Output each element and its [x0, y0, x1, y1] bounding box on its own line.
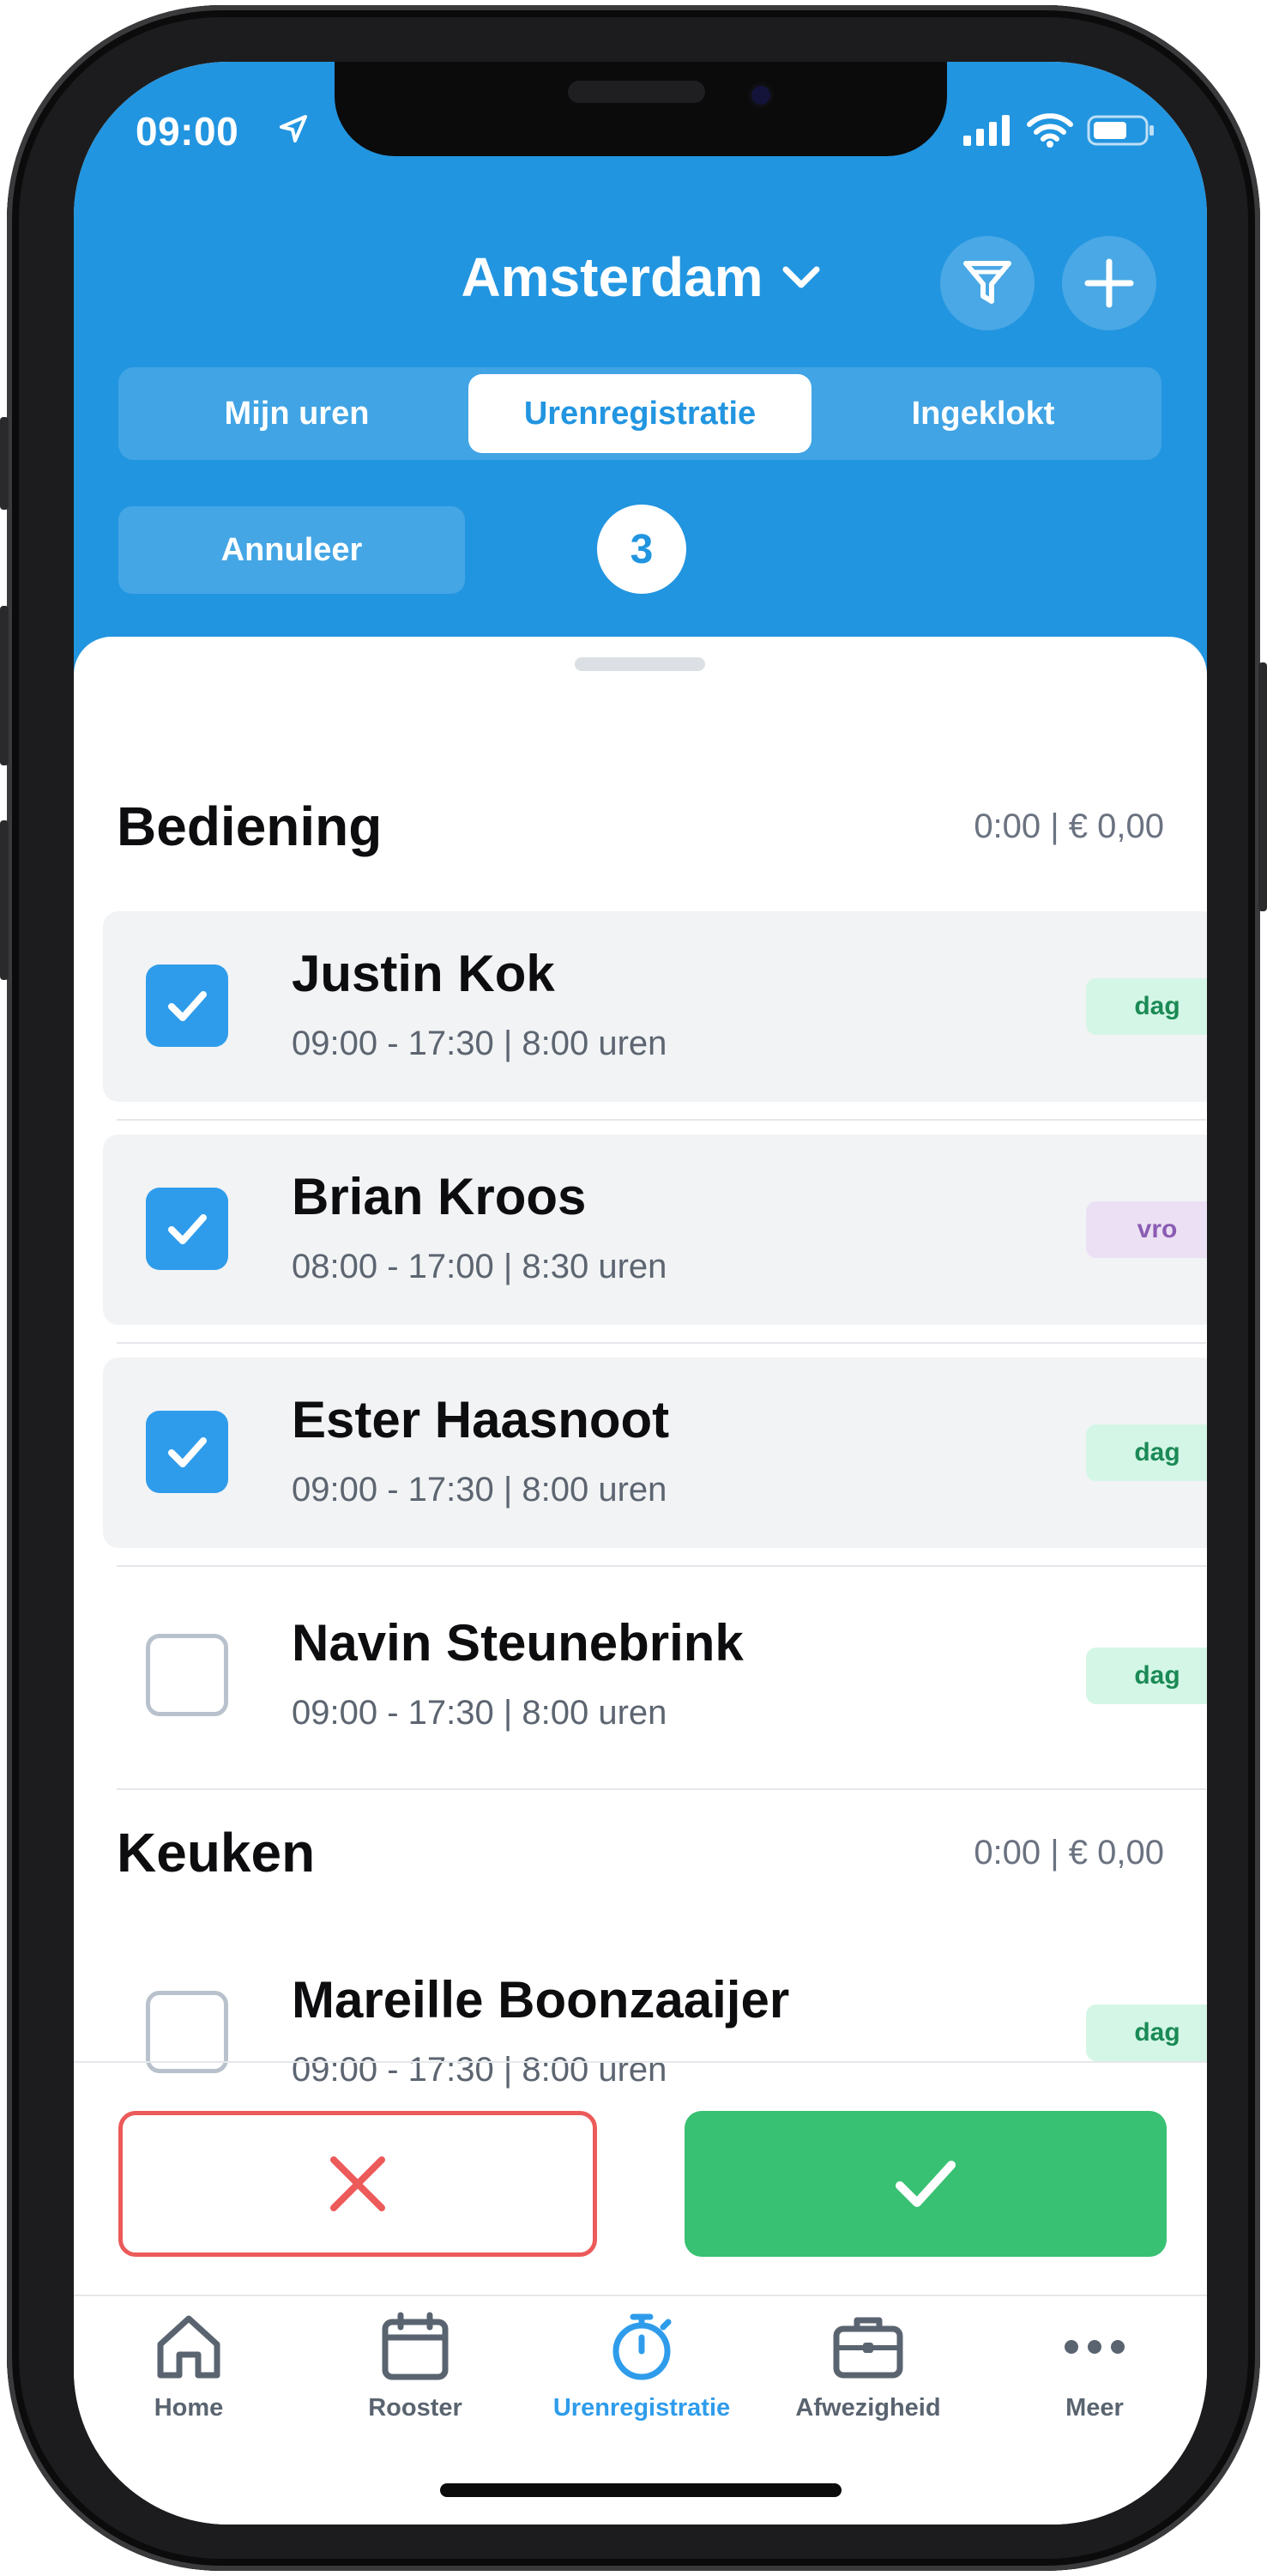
battery-icon [1087, 115, 1154, 146]
nav-label: Meer [1065, 2394, 1124, 2422]
nav-label: Urenregistratie [552, 2394, 731, 2422]
location-arrow-icon [280, 115, 307, 142]
tab-mijn-uren[interactable]: Mijn uren [125, 374, 468, 453]
power-button [1258, 662, 1267, 911]
shift-tag: dag [1086, 1648, 1207, 1704]
shift-tag: dag [1086, 2005, 1207, 2061]
add-button[interactable] [1062, 236, 1156, 330]
plus-icon [1084, 258, 1134, 308]
employee-name: Navin Steunebrink [292, 1614, 744, 1672]
section-total: 0:00 | € 0,00 [974, 1833, 1164, 1872]
nav-label: Rooster [368, 2394, 462, 2422]
calendar-icon [377, 2308, 454, 2386]
nav-afwezigheid[interactable]: Afwezigheid [757, 2308, 980, 2454]
employee-name: Ester Haasnoot [292, 1391, 670, 1448]
location-selector[interactable]: Amsterdam [74, 245, 1207, 309]
section-header-bediening: Bediening 0:00 | € 0,00 [117, 795, 1164, 858]
tab-ingeklokt[interactable]: Ingeklokt [811, 374, 1155, 453]
home-icon [150, 2308, 227, 2386]
section-title: Keuken [117, 1822, 316, 1884]
briefcase-icon [830, 2308, 907, 2386]
section-header-keuken: Keuken 0:00 | € 0,00 [117, 1821, 1164, 1884]
filter-button[interactable] [940, 236, 1035, 330]
check-icon [896, 2161, 956, 2207]
shift-time: 09:00 - 17:30 | 8:00 uren [292, 1025, 667, 1062]
employee-name: Mareille Boonzaaijer [292, 1971, 790, 2029]
list-item[interactable]: Ester Haasnoot 09:00 - 17:30 | 8:00 uren… [103, 1358, 1207, 1548]
nav-label: Home [154, 2394, 224, 2422]
segment-tabs: Mijn uren Urenregistratie Ingeklokt [118, 367, 1161, 460]
list-item[interactable]: Mareille Boonzaaijer 09:00 - 17:30 | 8:0… [103, 1938, 1207, 2128]
shift-time: 09:00 - 17:30 | 8:00 uren [292, 1471, 667, 1509]
more-icon [1056, 2308, 1133, 2386]
volume-down-button [0, 820, 9, 980]
divider [117, 1565, 1206, 1567]
wifi-icon [1027, 113, 1073, 148]
checkbox-checked[interactable] [146, 964, 228, 1047]
list-item[interactable]: Justin Kok 09:00 - 17:30 | 8:00 uren dag [103, 911, 1207, 1102]
volume-up-button [0, 606, 9, 765]
check-icon [168, 991, 207, 1021]
status-time: 09:00 [136, 109, 239, 154]
status-indicators [962, 113, 1155, 148]
selected-count-badge: 3 [597, 505, 686, 594]
cancel-selection-button[interactable]: Annuleer [118, 506, 465, 594]
list-item[interactable]: Brian Kroos 08:00 - 17:00 | 8:30 uren vr… [103, 1134, 1207, 1325]
shift-tag: vro [1086, 1201, 1207, 1258]
sheet-handle[interactable] [575, 657, 705, 671]
home-indicator[interactable] [440, 2483, 842, 2497]
section-title: Bediening [117, 795, 383, 857]
speaker [568, 81, 705, 103]
front-camera [751, 86, 770, 105]
mute-switch [0, 417, 9, 510]
approve-button[interactable] [685, 2111, 1167, 2257]
notch [335, 62, 947, 156]
nav-label: Afwezigheid [795, 2394, 941, 2422]
divider [117, 1788, 1206, 1790]
check-icon [168, 1214, 207, 1244]
shift-tag: dag [1086, 1424, 1207, 1481]
employee-name: Brian Kroos [292, 1168, 587, 1225]
location-title: Amsterdam [461, 246, 763, 308]
reject-button[interactable] [118, 2111, 597, 2257]
nav-meer[interactable]: Meer [983, 2308, 1206, 2454]
nav-home[interactable]: Home [77, 2308, 300, 2454]
checkbox-checked[interactable] [146, 1411, 228, 1493]
divider [74, 2295, 1207, 2296]
phone-frame: 09:00 Amsterdam Mijn uren Urenregistrati… [0, 5, 1267, 2571]
divider [117, 1119, 1206, 1121]
cellular-signal-icon [963, 115, 1010, 146]
chevron-down-icon [782, 266, 820, 288]
shift-time: 08:00 - 17:00 | 8:30 uren [292, 1248, 667, 1285]
list-item[interactable]: Navin Steunebrink 09:00 - 17:30 | 8:00 u… [103, 1581, 1207, 1771]
checkbox-unchecked[interactable] [146, 1634, 228, 1716]
nav-urenregistratie[interactable]: Urenregistratie [530, 2308, 753, 2454]
shift-time: 09:00 - 17:30 | 8:00 uren [292, 2051, 667, 2089]
stopwatch-icon [603, 2308, 680, 2386]
employee-name: Justin Kok [292, 945, 555, 1002]
screen: 09:00 Amsterdam Mijn uren Urenregistrati… [74, 62, 1207, 2525]
check-icon [168, 1437, 207, 1467]
section-total: 0:00 | € 0,00 [974, 807, 1164, 845]
checkbox-checked[interactable] [146, 1188, 228, 1270]
tab-urenregistratie[interactable]: Urenregistratie [468, 374, 811, 453]
filter-icon [963, 261, 1011, 304]
shift-tag: dag [1086, 978, 1207, 1035]
nav-rooster[interactable]: Rooster [304, 2308, 527, 2454]
close-icon [330, 2156, 385, 2211]
divider [117, 1342, 1206, 1344]
divider [74, 2061, 1207, 2063]
shift-time: 09:00 - 17:30 | 8:00 uren [292, 1694, 667, 1732]
